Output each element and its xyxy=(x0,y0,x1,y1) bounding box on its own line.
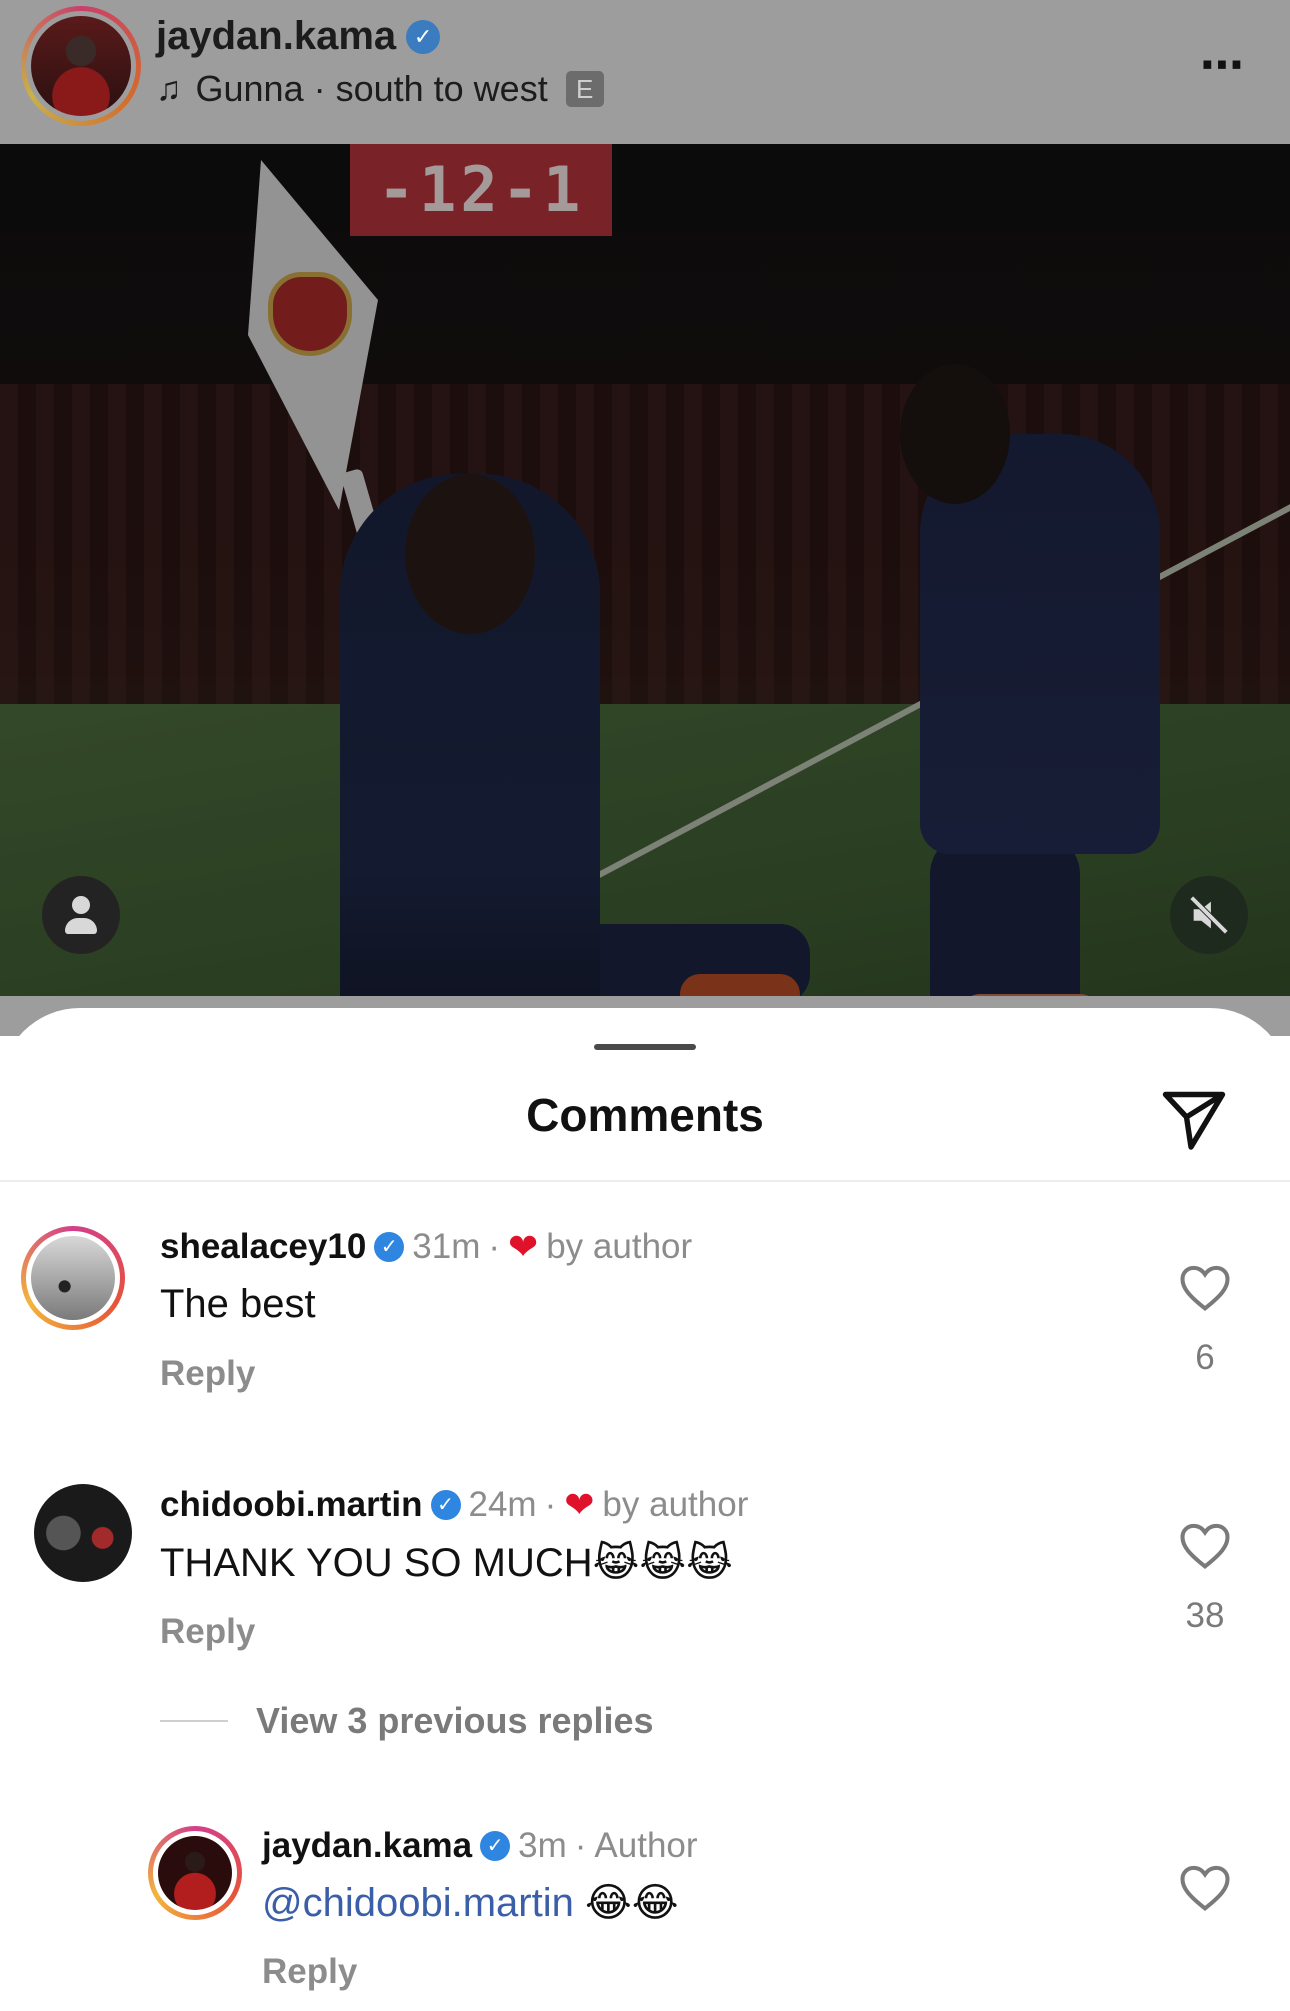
view-replies-label[interactable]: View 3 previous replies xyxy=(256,1700,654,1742)
comment-text: The best xyxy=(160,1282,316,1326)
view-previous-replies[interactable]: View 3 previous replies xyxy=(160,1700,654,1742)
media-dim-overlay xyxy=(0,144,1290,996)
mention-link[interactable]: @chidoobi.martin xyxy=(262,1881,574,1925)
mute-button[interactable] xyxy=(1170,876,1248,954)
verified-badge-icon: ✓ xyxy=(374,1232,405,1262)
post-author[interactable]: jaydan.kama ✓ xyxy=(156,14,441,59)
separator: · xyxy=(488,1227,501,1266)
reply-time: 3m xyxy=(518,1826,567,1865)
comment-time: 31m xyxy=(412,1227,481,1266)
comment-meta: shealacey10 ✓ 31m · ❤ by author xyxy=(160,1226,692,1268)
separator: · xyxy=(544,1485,557,1524)
reply-text: @chidoobi.martin 😂😂 xyxy=(262,1880,678,1926)
sheet-title: Comments xyxy=(526,1089,764,1141)
like-count: 6 xyxy=(1195,1338,1215,1377)
speaker-muted-icon xyxy=(1189,895,1229,935)
more-options-icon[interactable]: ⋯ xyxy=(1200,40,1246,91)
sheet-divider xyxy=(0,1180,1290,1182)
reply-meta: jaydan.kama ✓ 3m · Author xyxy=(262,1826,698,1866)
heart-icon[interactable] xyxy=(1178,1262,1232,1312)
liked-by-label: by author xyxy=(546,1227,693,1266)
post-screen: jaydan.kama ✓ ♫ Gunna · south to west E … xyxy=(0,0,1290,2011)
comment-meta: chidoobi.martin ✓ 24m · ❤ by author xyxy=(160,1484,748,1526)
music-note-icon: ♫ xyxy=(156,69,182,108)
reply-author-avatar[interactable] xyxy=(148,1826,242,1920)
heart-icon[interactable] xyxy=(1178,1520,1232,1570)
tagged-people-button[interactable] xyxy=(42,876,120,954)
paper-plane-icon[interactable] xyxy=(1158,1084,1230,1156)
person-icon-body xyxy=(65,918,97,934)
comment-time: 24m xyxy=(468,1485,537,1524)
post-media[interactable]: -12-1 xyxy=(0,144,1290,996)
author-label: Author xyxy=(594,1826,698,1865)
verified-badge-icon: ✓ xyxy=(430,1490,461,1520)
commenter-avatar[interactable] xyxy=(21,1226,125,1330)
reply-button[interactable]: Reply xyxy=(160,1354,255,1394)
replies-dash xyxy=(160,1720,228,1722)
post-audio-track[interactable]: ♫ Gunna · south to west E xyxy=(156,68,604,110)
separator: · xyxy=(574,1826,587,1865)
heart-icon[interactable] xyxy=(1178,1862,1232,1912)
commenter-username[interactable]: chidoobi.martin xyxy=(160,1485,423,1525)
commenter-avatar[interactable] xyxy=(34,1484,132,1582)
reply-button[interactable]: Reply xyxy=(160,1612,255,1652)
verified-badge-icon: ✓ xyxy=(406,19,441,54)
verified-badge-icon: ✓ xyxy=(480,1831,511,1861)
sheet-grabber[interactable] xyxy=(594,1044,696,1050)
person-icon xyxy=(72,896,90,914)
liked-by-label: by author xyxy=(602,1485,749,1524)
post-header: jaydan.kama ✓ ♫ Gunna · south to west E … xyxy=(0,0,1290,144)
post-username[interactable]: jaydan.kama xyxy=(156,14,396,59)
commenter-username[interactable]: shealacey10 xyxy=(160,1227,366,1267)
reply-emojis: 😂😂 xyxy=(573,1881,679,1925)
comment-text: THANK YOU SO MUCH😹😹😹 xyxy=(160,1541,733,1585)
author-heart-icon: ❤ xyxy=(564,1484,595,1525)
post-author-avatar[interactable] xyxy=(21,6,141,126)
reply-button[interactable]: Reply xyxy=(262,1952,357,1992)
author-heart-icon: ❤ xyxy=(508,1226,539,1267)
like-count: 38 xyxy=(1185,1596,1225,1635)
explicit-badge: E xyxy=(565,71,604,107)
audio-title[interactable]: Gunna · south to west xyxy=(196,68,548,110)
reply-username[interactable]: jaydan.kama xyxy=(262,1826,472,1866)
